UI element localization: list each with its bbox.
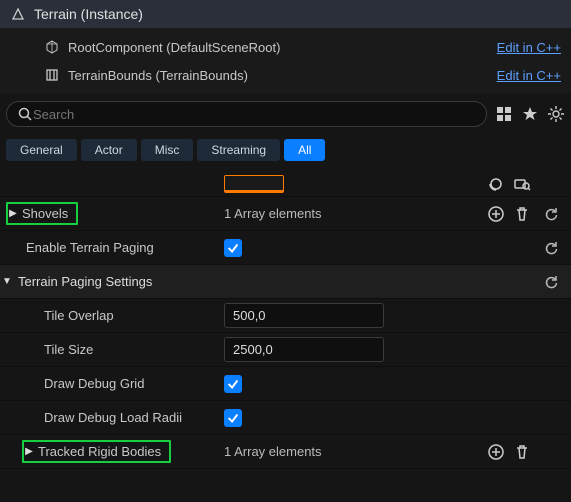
prop-row-shovels: ▶ Shovels 1 Array elements (0, 197, 571, 231)
prop-section-paging[interactable]: ▼ Terrain Paging Settings (0, 265, 571, 299)
array-count: 1 Array elements (224, 444, 322, 459)
use-selected-icon[interactable] (487, 175, 505, 193)
search-bar (0, 93, 571, 135)
tree-label: RootComponent (DefaultSceneRoot) (68, 40, 280, 55)
prop-row-draw-debug-load-radii: Draw Debug Load Radii (0, 401, 571, 435)
expand-arrow-down-icon[interactable]: ▼ (2, 276, 12, 287)
component-tree: RootComponent (DefaultSceneRoot) Edit in… (0, 29, 571, 93)
settings-gear-icon[interactable] (547, 105, 565, 123)
tree-row-root[interactable]: RootComponent (DefaultSceneRoot) Edit in… (0, 33, 571, 61)
tab-all[interactable]: All (284, 139, 325, 161)
search-field-wrap[interactable] (6, 101, 487, 127)
color-swatch[interactable] (224, 175, 284, 193)
prop-label-paging-header: Terrain Paging Settings (18, 274, 152, 289)
prop-label-tracked-bodies: Tracked Rigid Bodies (34, 442, 165, 461)
add-element-icon[interactable] (487, 205, 505, 223)
search-icon (17, 106, 33, 122)
input-tile-overlap[interactable] (224, 303, 384, 328)
checkbox-enable-paging[interactable] (224, 239, 242, 257)
prop-row-tile-size: Tile Size (0, 333, 571, 367)
reset-icon[interactable] (543, 240, 559, 256)
edit-in-cpp-link[interactable]: Edit in C++ (497, 40, 561, 55)
reset-icon[interactable] (543, 206, 559, 222)
prop-label-enable-paging: Enable Terrain Paging (26, 240, 154, 255)
prop-row-enable-paging: Enable Terrain Paging (0, 231, 571, 265)
grid-view-icon[interactable] (495, 105, 513, 123)
input-tile-size[interactable] (224, 337, 384, 362)
checkbox-draw-debug-load-radii[interactable] (224, 409, 242, 427)
tab-streaming[interactable]: Streaming (197, 139, 280, 161)
add-element-icon[interactable] (487, 443, 505, 461)
edit-in-cpp-link[interactable]: Edit in C++ (497, 68, 561, 83)
prop-label-draw-debug-load-radii: Draw Debug Load Radii (44, 410, 182, 425)
prop-label-tile-size: Tile Size (44, 342, 93, 357)
expand-arrow-icon[interactable]: ▶ (24, 446, 34, 457)
class-icon (10, 6, 26, 22)
bounds-icon (44, 67, 60, 83)
prop-row-tile-overlap: Tile Overlap (0, 299, 571, 333)
filter-tabs: General Actor Misc Streaming All (0, 135, 571, 171)
reset-icon[interactable] (543, 274, 559, 290)
node-icon (44, 39, 60, 55)
tab-misc[interactable]: Misc (141, 139, 194, 161)
favorites-star-icon[interactable] (521, 105, 539, 123)
array-count: 1 Array elements (224, 206, 322, 221)
prop-label-tile-overlap: Tile Overlap (44, 308, 114, 323)
prop-row-unknown-top (0, 171, 571, 197)
tab-actor[interactable]: Actor (81, 139, 137, 161)
outliner-header: Terrain (Instance) (0, 0, 571, 29)
tree-label: TerrainBounds (TerrainBounds) (68, 68, 248, 83)
prop-label-shovels: Shovels (18, 204, 72, 223)
prop-label-draw-debug-grid: Draw Debug Grid (44, 376, 144, 391)
tree-row-bounds[interactable]: TerrainBounds (TerrainBounds) Edit in C+… (0, 61, 571, 89)
checkbox-draw-debug-grid[interactable] (224, 375, 242, 393)
prop-row-tracked-bodies: ▶ Tracked Rigid Bodies 1 Array elements (0, 435, 571, 469)
browse-icon[interactable] (513, 175, 531, 193)
property-panel: ▶ Shovels 1 Array elements Enable Terrai… (0, 171, 571, 469)
clear-array-icon[interactable] (513, 443, 531, 461)
prop-row-draw-debug-grid: Draw Debug Grid (0, 367, 571, 401)
page-title: Terrain (Instance) (34, 6, 143, 22)
expand-arrow-icon[interactable]: ▶ (8, 208, 18, 219)
tab-general[interactable]: General (6, 139, 77, 161)
clear-array-icon[interactable] (513, 205, 531, 223)
search-input[interactable] (33, 107, 476, 122)
